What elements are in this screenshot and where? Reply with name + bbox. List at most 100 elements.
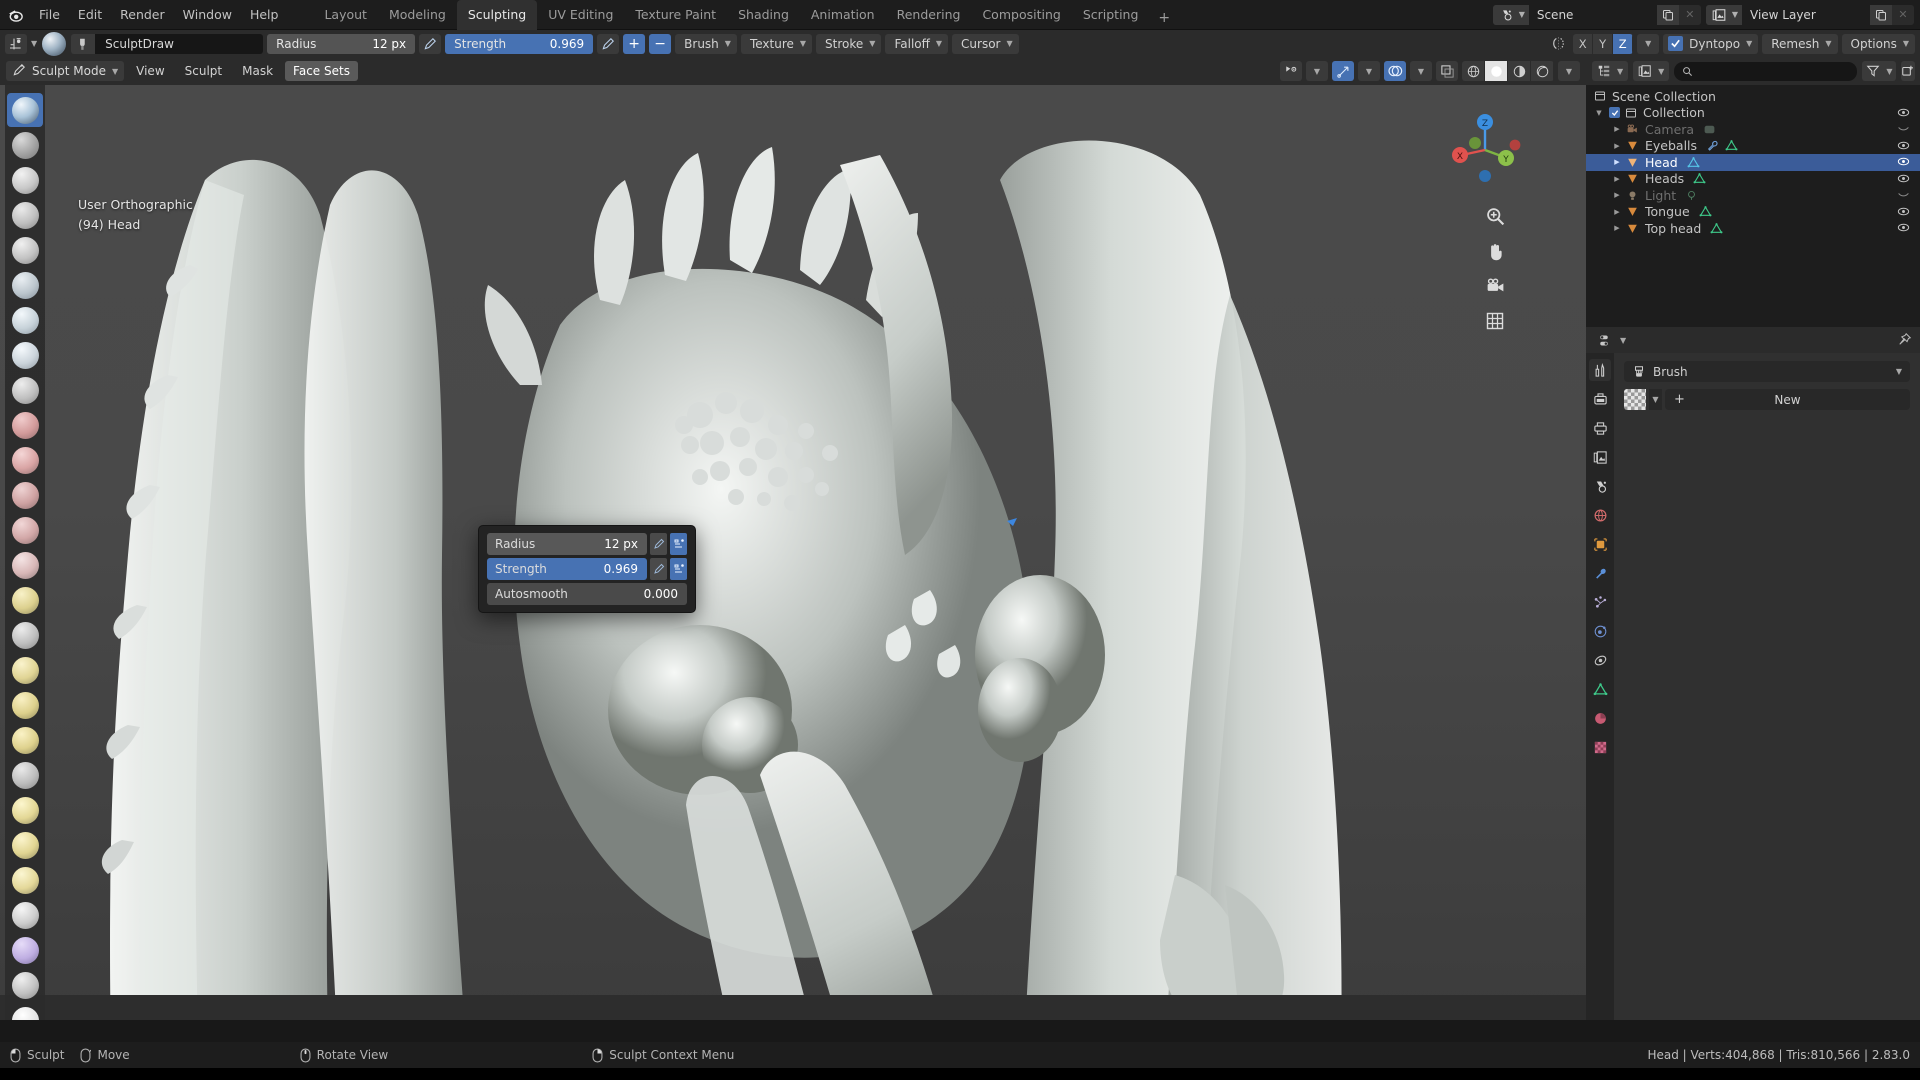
expander-right-icon[interactable]: ▶ [1612, 158, 1622, 166]
unlink-scene-button[interactable]: ✕ [1678, 4, 1701, 25]
physics-tab-icon[interactable] [1589, 620, 1611, 642]
outliner-row-light[interactable]: ▶ Light [1586, 187, 1920, 204]
tool-rotate-brush[interactable] [7, 758, 43, 792]
mesh-data-icon[interactable] [1693, 172, 1706, 185]
light-data-icon[interactable] [1685, 189, 1698, 202]
mesh-data-icon[interactable] [1699, 205, 1712, 218]
tool-scrape-brush[interactable] [7, 478, 43, 512]
shading-dropdown[interactable]: ▼ [1558, 61, 1580, 81]
outliner-row-eyeballs[interactable]: ▶ Eyeballs [1586, 138, 1920, 155]
outliner-search-input[interactable] [1699, 64, 1850, 78]
tool-inflate-brush[interactable] [7, 268, 43, 302]
texture-menu[interactable]: Texture ▼ [740, 33, 813, 54]
mesh-data-icon[interactable] [1710, 222, 1723, 235]
menu-help[interactable]: Help [241, 4, 288, 25]
popup-strength-slider[interactable]: Strength 0.969 [487, 558, 647, 580]
visibility-eye-closed-icon[interactable] [1897, 122, 1910, 138]
particles-tab-icon[interactable] [1589, 591, 1611, 613]
brush-settings-popup[interactable]: Radius 12 px Strength 0.969 Autosmooth 0… [478, 525, 696, 613]
properties-editor-icon[interactable]: ▼ [1594, 330, 1631, 350]
radius-slider[interactable]: Radius 12 px [267, 33, 416, 54]
tool-mask-brush[interactable] [7, 863, 43, 897]
tool-snake-hook-brush[interactable] [7, 618, 43, 652]
navigation-gizmo[interactable]: Z X Y [1442, 107, 1528, 193]
symmetry-axis-z[interactable]: Z [1613, 33, 1634, 54]
workspace-tab-layout[interactable]: Layout [313, 0, 378, 30]
tool-blob-brush[interactable] [7, 303, 43, 337]
world-tab-icon[interactable] [1589, 504, 1611, 526]
xray-icon[interactable] [1436, 61, 1458, 81]
visibility-eye-open-icon[interactable] [1897, 221, 1910, 237]
brush-falloff-icon[interactable] [5, 33, 27, 54]
overlays-icon[interactable] [1384, 61, 1406, 81]
tool-grab-brush[interactable] [7, 548, 43, 582]
expander-right-icon[interactable]: ▶ [1612, 191, 1622, 199]
wireframe-shading-icon[interactable] [1462, 61, 1485, 81]
subtract-direction-button[interactable]: − [649, 33, 672, 54]
tool-thumb-brush[interactable] [7, 653, 43, 687]
popup-autosmooth-slider[interactable]: Autosmooth 0.000 [487, 583, 687, 605]
tool-pose-brush[interactable] [7, 688, 43, 722]
menu-edit[interactable]: Edit [69, 4, 111, 25]
camera-icon[interactable] [1482, 273, 1508, 299]
viewport-menu-mask[interactable]: Mask [234, 61, 281, 81]
tool-simplify-brush[interactable] [7, 828, 43, 862]
stroke-menu[interactable]: Stroke ▼ [816, 33, 882, 54]
tool-fill-brush[interactable] [7, 443, 43, 477]
output-tab-icon[interactable] [1589, 417, 1611, 439]
scene-selector[interactable]: ▼ Scene ✕ [1492, 4, 1701, 25]
menu-file[interactable]: File [30, 4, 69, 25]
gizmo-dropdown[interactable]: ▼ [1358, 61, 1380, 81]
tool-mesh-filter[interactable] [7, 1003, 43, 1020]
tool-flatten-brush[interactable] [7, 408, 43, 442]
tool-elastic-deform-brush[interactable] [7, 583, 43, 617]
workspace-tab-animation[interactable]: Animation [800, 0, 886, 30]
rendered-shading-icon[interactable] [1531, 61, 1554, 81]
brush-preview-icon[interactable] [41, 30, 68, 57]
tool-crease-brush[interactable] [7, 338, 43, 372]
tool-slide-relax-brush[interactable] [7, 793, 43, 827]
outliner-row-heads[interactable]: ▶ Heads [1586, 171, 1920, 188]
workspace-tab-modeling[interactable]: Modeling [378, 0, 457, 30]
tool-multires-displacement-eraser[interactable] [7, 968, 43, 1002]
new-texture-button[interactable]: + New [1665, 389, 1910, 410]
visibility-eye-open-icon[interactable] [1897, 106, 1910, 122]
cursor-menu[interactable]: Cursor ▼ [952, 33, 1019, 54]
new-view-layer-button[interactable] [1870, 4, 1892, 25]
add-workspace-button[interactable]: + [1149, 6, 1179, 30]
popup-strength-pressure-pen-icon[interactable] [650, 558, 667, 580]
outliner-row-head[interactable]: ▶ Head [1586, 154, 1920, 171]
symmetry-axis-y[interactable]: Y [1593, 33, 1614, 54]
workspace-tab-sculpting[interactable]: Sculpting [456, 0, 538, 30]
mode-selector[interactable]: Sculpt Mode ▼ [6, 61, 125, 81]
outliner-row-scene-collection[interactable]: Scene Collection [1586, 88, 1920, 105]
render-tab-icon[interactable] [1589, 388, 1611, 410]
solid-shading-icon[interactable] [1485, 61, 1508, 81]
viewport-3d[interactable]: User Orthographic (94) Head Z X Y Radius… [0, 85, 1586, 1020]
collection-checkbox[interactable] [1609, 107, 1620, 119]
modifier-wrench-icon[interactable] [1706, 139, 1719, 152]
symmetry-axis-x[interactable]: X [1573, 33, 1594, 54]
viewport-menu-face-sets[interactable]: Face Sets [285, 61, 358, 81]
zoom-icon[interactable] [1482, 203, 1508, 229]
workspace-tab-texture-paint[interactable]: Texture Paint [624, 0, 727, 30]
workspace-tab-uv-editing[interactable]: UV Editing [537, 0, 624, 30]
view-layer-tab-icon[interactable] [1589, 446, 1611, 468]
viewport-menu-view[interactable]: View [128, 61, 172, 81]
expander-right-icon[interactable]: ▶ [1612, 208, 1622, 216]
remove-view-layer-button[interactable]: ✕ [1892, 4, 1914, 25]
visibility-icon[interactable] [1280, 61, 1302, 81]
tool-tab-icon[interactable] [1589, 359, 1611, 381]
outliner-filter-id-icon[interactable]: ▼ [1633, 61, 1670, 81]
texture-tab-icon[interactable] [1589, 736, 1611, 758]
outliner-row-tongue[interactable]: ▶ Tongue [1586, 204, 1920, 221]
falloff-menu[interactable]: Falloff ▼ [885, 33, 949, 54]
symmetry-options-dropdown[interactable]: ▼ [1637, 33, 1660, 54]
grid-icon[interactable] [1482, 308, 1508, 334]
strength-pressure-pen-icon[interactable] [597, 33, 620, 54]
outliner-search[interactable] [1674, 61, 1858, 81]
camera-data-icon[interactable] [1703, 123, 1716, 136]
new-collection-icon[interactable] [1901, 61, 1916, 81]
visibility-eye-open-icon[interactable] [1897, 155, 1910, 171]
constraints-tab-icon[interactable] [1589, 649, 1611, 671]
